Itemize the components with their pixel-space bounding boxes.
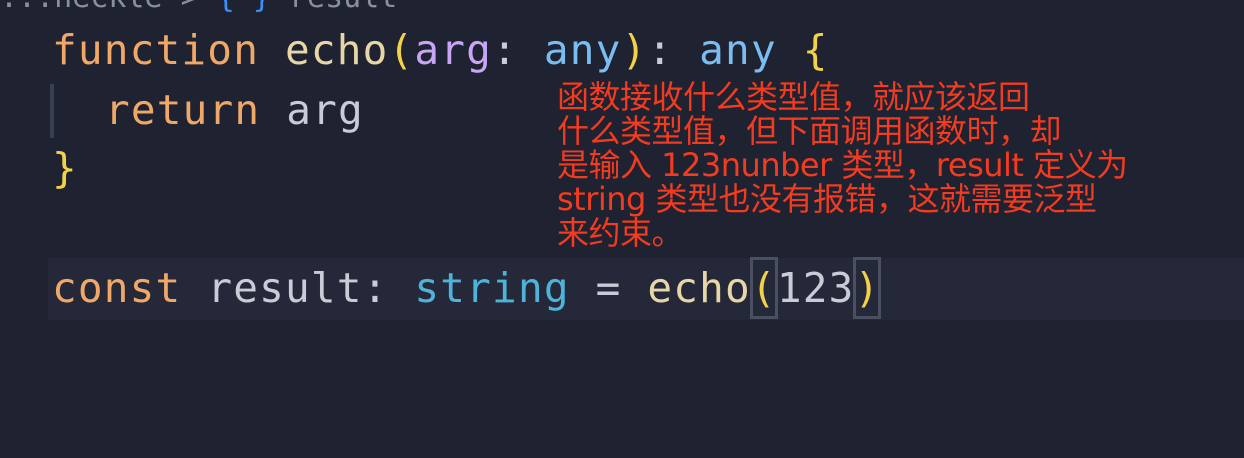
return-value: arg bbox=[286, 86, 364, 134]
code-line-2[interactable]: return arg bbox=[105, 80, 364, 140]
equals-sign: = bbox=[595, 264, 622, 312]
open-brace: { bbox=[802, 26, 829, 74]
annotation-line: string 类型也没有报错，这就需要泛型 bbox=[557, 180, 1097, 218]
close-brace: } bbox=[52, 144, 78, 192]
annotation-note: 函数接收什么类型值，就应该返回 什么类型值，但下面调用函数时，却 是输入 123… bbox=[557, 80, 1197, 250]
indent-guide bbox=[50, 84, 54, 138]
variable-type: string bbox=[414, 264, 570, 312]
keyword-function: function bbox=[52, 26, 260, 74]
call-name: echo bbox=[647, 264, 751, 312]
close-paren-match: ) bbox=[853, 257, 882, 319]
param-type: any bbox=[543, 26, 622, 74]
function-name: echo bbox=[284, 26, 389, 74]
annotation-line: 来约束。 bbox=[557, 214, 684, 252]
call-argument: 123 bbox=[776, 264, 855, 312]
param-name: arg bbox=[414, 26, 493, 74]
close-paren: ) bbox=[621, 26, 648, 74]
open-paren: ( bbox=[388, 26, 415, 74]
annotation-line: 函数接收什么类型值，就应该返回 bbox=[557, 78, 1030, 116]
variable-name: result bbox=[207, 264, 363, 312]
annotation-line: 是输入 123nunber 类型，result 定义为 bbox=[557, 146, 1128, 184]
code-line-1[interactable]: function echo(arg: any): any { bbox=[52, 20, 829, 80]
code-line-4[interactable]: const result: string = echo(123) bbox=[52, 257, 882, 319]
annotation-line: 什么类型值，但下面调用函数时，却 bbox=[557, 112, 1062, 150]
return-type: any bbox=[699, 26, 777, 74]
keyword-return: return bbox=[105, 86, 261, 134]
colon: : bbox=[647, 26, 674, 74]
colon: : bbox=[362, 264, 389, 312]
open-paren-match: ( bbox=[749, 257, 778, 319]
colon: : bbox=[492, 26, 518, 74]
keyword-const: const bbox=[52, 264, 182, 312]
code-line-3[interactable]: } bbox=[52, 138, 78, 198]
